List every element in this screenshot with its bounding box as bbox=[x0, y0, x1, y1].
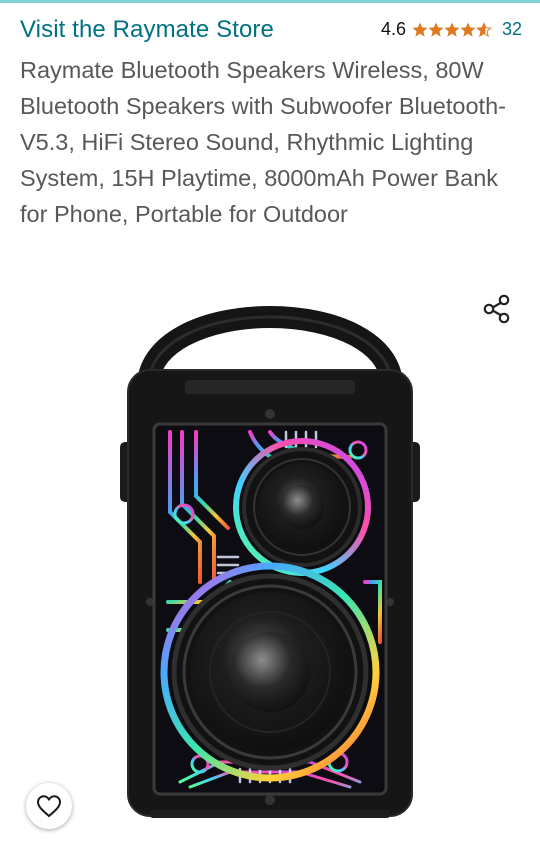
star-icon bbox=[428, 22, 444, 37]
share-icon bbox=[483, 294, 510, 324]
star-icon bbox=[444, 22, 460, 37]
rating-count[interactable]: 32 bbox=[502, 19, 522, 40]
rating-summary[interactable]: 4.6 32 bbox=[381, 19, 522, 40]
top-accent-bar bbox=[0, 0, 540, 3]
product-image[interactable] bbox=[110, 282, 430, 822]
product-title: Raymate Bluetooth Speakers Wireless, 80W… bbox=[20, 57, 506, 227]
visit-store-link[interactable]: Visit the Raymate Store bbox=[20, 16, 274, 44]
favorite-button[interactable] bbox=[26, 783, 72, 829]
store-row: Visit the Raymate Store 4.6 32 bbox=[20, 14, 522, 48]
star-icon bbox=[412, 22, 428, 37]
star-rating bbox=[412, 21, 492, 38]
star-icon bbox=[460, 22, 476, 37]
heart-icon bbox=[36, 795, 62, 818]
share-button[interactable] bbox=[480, 292, 514, 326]
star-half-icon bbox=[476, 21, 492, 37]
rating-value: 4.6 bbox=[380, 19, 406, 39]
